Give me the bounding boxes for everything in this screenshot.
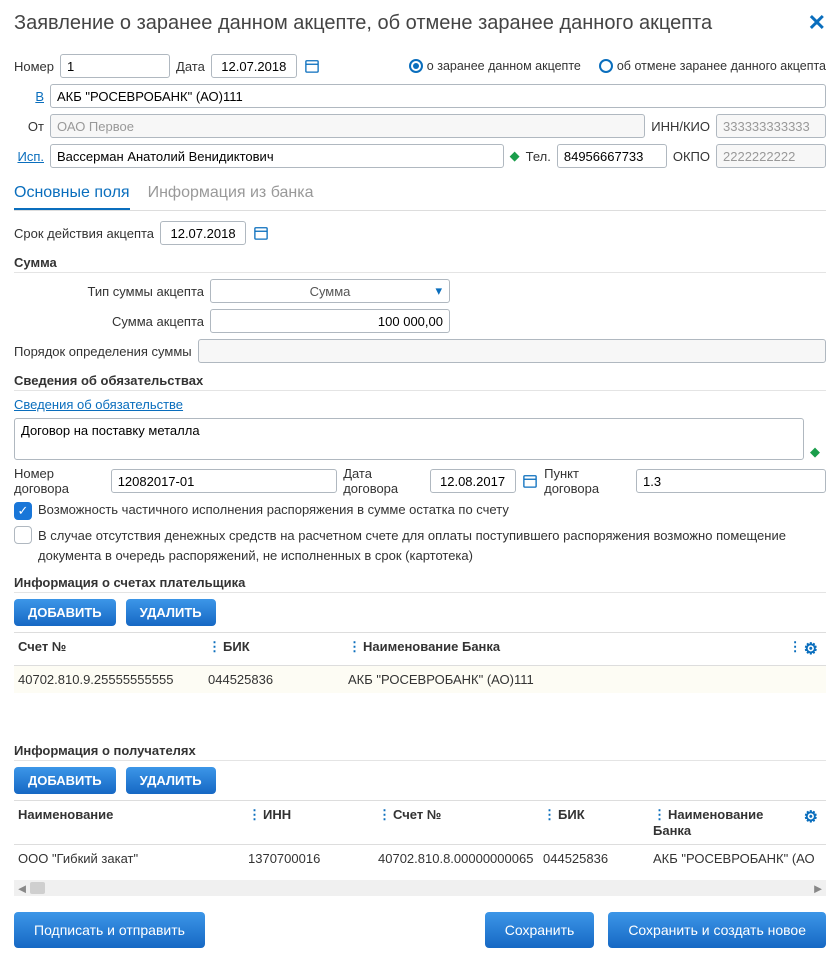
- date-label: Дата: [176, 59, 205, 74]
- clause-label: Пункт договора: [544, 466, 630, 496]
- number-input[interactable]: [60, 54, 170, 78]
- validity-label: Срок действия акцепта: [14, 226, 154, 241]
- calendar-icon[interactable]: [522, 472, 539, 490]
- recv-name: ООО "Гибкий закат": [14, 851, 244, 866]
- sum-type-select[interactable]: Сумма: [210, 279, 450, 303]
- save-new-button[interactable]: Сохранить и создать новое: [608, 912, 826, 948]
- radio2-label: об отмене заранее данного акцепта: [617, 59, 826, 73]
- validity-input[interactable]: [160, 221, 246, 245]
- close-icon[interactable]: ✕: [808, 10, 826, 36]
- partial-exec-label: Возможность частичного исполнения распор…: [38, 502, 509, 517]
- tab-bank-info[interactable]: Информация из банка: [148, 178, 314, 210]
- recv-col-bank: Наименование Банка: [653, 807, 763, 838]
- radio-about-acceptance[interactable]: о заранее данном акцепте: [409, 59, 581, 73]
- payer-bank: АКБ "РОСЕВРОБАНК" (АО)111: [344, 672, 826, 687]
- queue-checkbox[interactable]: [14, 526, 32, 544]
- oblig-heading: Сведения об обязательствах: [14, 373, 826, 391]
- payer-col-acct: Счет №: [18, 639, 66, 654]
- calendar-icon[interactable]: [252, 224, 270, 242]
- recv-col-acct: Счет №: [393, 807, 441, 822]
- person-icon[interactable]: ◆: [510, 148, 520, 164]
- sum-heading: Сумма: [14, 255, 826, 273]
- innkio-label: ИНН/КИО: [651, 119, 710, 134]
- recv-delete-button[interactable]: УДАЛИТЬ: [126, 767, 216, 794]
- oblig-textarea[interactable]: Договор на поставку металла: [14, 418, 804, 460]
- radio-cancel-acceptance[interactable]: об отмене заранее данного акцепта: [599, 59, 826, 73]
- recv-col-bik: БИК: [558, 807, 585, 822]
- horizontal-scrollbar[interactable]: ◄ ►: [14, 880, 826, 896]
- isp-input[interactable]: [50, 144, 504, 168]
- recv-heading: Информация о получателях: [14, 743, 826, 761]
- contract-num-input[interactable]: [111, 469, 338, 493]
- dialog-title: Заявление о заранее данном акцепте, об о…: [14, 12, 712, 35]
- add-icon[interactable]: ◆: [810, 444, 820, 460]
- from-label: От: [14, 119, 44, 134]
- tel-label: Тел.: [526, 149, 551, 164]
- from-input: [50, 114, 645, 138]
- save-button[interactable]: Сохранить: [485, 912, 595, 948]
- tab-main-fields[interactable]: Основные поля: [14, 178, 130, 210]
- payer-acct: 40702.810.9.25555555555: [14, 672, 204, 687]
- payer-heading: Информация о счетах плательщика: [14, 575, 826, 593]
- bank-v-link[interactable]: В: [14, 89, 44, 104]
- recv-acct: 40702.810.8.00000000065: [374, 851, 539, 866]
- gear-icon[interactable]: ⚙: [804, 639, 818, 659]
- gear-icon[interactable]: ⚙: [804, 807, 818, 838]
- recv-bank: АКБ "РОСЕВРОБАНК" (АО: [649, 851, 826, 866]
- payer-col-bik: БИК: [223, 639, 250, 654]
- recv-bik: 044525836: [539, 851, 649, 866]
- order-input: [198, 339, 826, 363]
- okpo-label: ОКПО: [673, 149, 710, 164]
- payer-col-bank: Наименование Банка: [363, 639, 500, 654]
- partial-exec-checkbox[interactable]: ✓: [14, 502, 32, 520]
- oblig-link[interactable]: Сведения об обязательстве: [14, 397, 183, 412]
- calendar-icon[interactable]: [303, 57, 321, 75]
- number-label: Номер: [14, 59, 54, 74]
- radio1-label: о заранее данном акцепте: [427, 59, 581, 73]
- sum-amount-input[interactable]: [210, 309, 450, 333]
- recv-col-inn: ИНН: [263, 807, 291, 822]
- scroll-right-icon[interactable]: ►: [810, 880, 826, 896]
- recv-inn: 1370700016: [244, 851, 374, 866]
- clause-input[interactable]: [636, 469, 826, 493]
- payer-delete-button[interactable]: УДАЛИТЬ: [126, 599, 216, 626]
- table-row[interactable]: 40702.810.9.25555555555 044525836 АКБ "Р…: [14, 666, 826, 693]
- scroll-left-icon[interactable]: ◄: [14, 880, 30, 896]
- payer-add-button[interactable]: ДОБАВИТЬ: [14, 599, 116, 626]
- sum-type-label: Тип суммы акцепта: [14, 284, 204, 299]
- sum-amount-label: Сумма акцепта: [14, 314, 204, 329]
- order-label: Порядок определения суммы: [14, 344, 192, 359]
- innkio-input: [716, 114, 826, 138]
- contract-num-label: Номер договора: [14, 466, 105, 496]
- contract-date-label: Дата договора: [343, 466, 423, 496]
- tel-input[interactable]: [557, 144, 667, 168]
- isp-link[interactable]: Исп.: [14, 149, 44, 164]
- queue-label: В случае отсутствия денежных средств на …: [38, 526, 798, 565]
- contract-date-input[interactable]: [430, 469, 516, 493]
- table-row[interactable]: ООО "Гибкий закат" 1370700016 40702.810.…: [14, 845, 826, 872]
- recv-add-button[interactable]: ДОБАВИТЬ: [14, 767, 116, 794]
- recv-col-name: Наименование: [18, 807, 113, 822]
- date-input[interactable]: [211, 54, 297, 78]
- payer-bik: 044525836: [204, 672, 344, 687]
- bank-input[interactable]: [50, 84, 826, 108]
- okpo-input: [716, 144, 826, 168]
- sign-send-button[interactable]: Подписать и отправить: [14, 912, 205, 948]
